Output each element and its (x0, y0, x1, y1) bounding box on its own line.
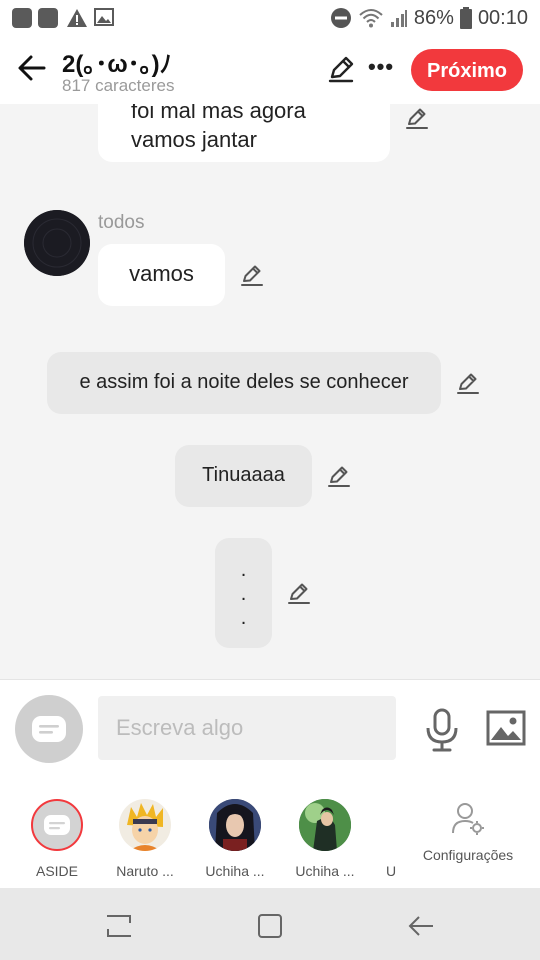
warning-icon (67, 9, 87, 27)
character-uchiha[interactable]: Uchiha ... (200, 799, 270, 879)
message-text: foi mal mas agora vamos jantar (131, 104, 306, 154)
narration-text: e assim foi a noite deles se conhecer (79, 371, 409, 393)
back-arrow-icon[interactable] (14, 50, 50, 86)
chat-bubble-icon (32, 716, 66, 742)
aside-avatar (31, 799, 83, 851)
composer-bar (0, 679, 540, 781)
edit-message-icon[interactable] (455, 370, 481, 396)
image-icon (94, 8, 114, 26)
uchiha-2-portrait-icon (299, 799, 351, 851)
uchiha-portrait-icon (209, 799, 261, 851)
edit-message-icon[interactable] (326, 463, 352, 489)
user-settings-icon (452, 803, 484, 835)
message-line: vamos jantar (131, 127, 257, 152)
avatar-pattern (24, 210, 90, 276)
narration-text: . . . (215, 558, 272, 630)
message-line: foi mal mas agora (131, 104, 306, 123)
character-label: U (385, 863, 397, 879)
character-uchiha-2[interactable]: Uchiha ... (290, 799, 360, 879)
character-label: ASIDE (35, 863, 78, 879)
narration-line: . (240, 583, 247, 605)
character-aside[interactable]: ASIDE (22, 799, 92, 879)
edit-message-icon[interactable] (286, 580, 312, 606)
edit-title-icon[interactable] (326, 54, 356, 84)
character-label: Naruto ... (116, 863, 174, 879)
message-text: vamos (129, 261, 194, 286)
naruto-portrait-icon (127, 803, 163, 851)
edit-message-icon[interactable] (404, 105, 430, 131)
narration-text: Tinuaaaa (202, 464, 285, 486)
image-upload-icon[interactable] (486, 710, 526, 746)
back-nav-icon[interactable] (406, 912, 436, 940)
message-input[interactable] (98, 696, 396, 760)
battery-percentage: 86% (413, 6, 454, 29)
character-partial[interactable]: U (376, 799, 406, 879)
uchiha-2-avatar (299, 799, 351, 851)
settings-button[interactable]: Configurações (418, 799, 518, 863)
chat-bubble-icon (44, 815, 70, 835)
next-button[interactable]: Próximo (411, 49, 523, 91)
more-options-icon[interactable]: ••• (366, 56, 396, 86)
microphone-icon[interactable] (424, 708, 460, 752)
character-label: Uchiha ... (295, 863, 355, 879)
editor-header: 2(｡･ω･｡)ﾉ 817 caracteres ••• Próximo (0, 36, 540, 104)
recent-apps-icon[interactable] (104, 912, 134, 940)
character-avatar[interactable] (24, 210, 90, 276)
story-title: 2(｡･ω･｡)ﾉ (62, 51, 172, 78)
battery-icon (459, 7, 472, 29)
chat-area: foi mal mas agora vamos jantar todos vam… (0, 104, 540, 679)
character-selector: ASIDE Naruto ... Uchiha ... Uchiha ... U… (0, 780, 540, 888)
system-nav-bar (0, 888, 540, 960)
sender-name: todos (98, 212, 145, 233)
settings-label: Configurações (422, 847, 514, 863)
narration-bubble[interactable]: . . . (215, 538, 272, 648)
narration-mode-button[interactable] (15, 695, 83, 763)
message-bubble[interactable]: vamos (98, 244, 225, 306)
narration-line: . (240, 607, 247, 629)
notification-square-icon (38, 8, 58, 28)
character-naruto[interactable]: Naruto ... (110, 799, 180, 879)
signal-icon (390, 10, 407, 27)
status-bar: 86% 00:10 (0, 0, 540, 36)
uchiha-avatar (209, 799, 261, 851)
naruto-avatar (119, 799, 171, 851)
home-icon[interactable] (256, 912, 284, 940)
clock: 00:10 (477, 6, 528, 29)
message-bubble[interactable]: foi mal mas agora vamos jantar (98, 104, 390, 162)
notification-square-icon (12, 8, 32, 28)
do-not-disturb-icon (330, 8, 351, 28)
character-count: 817 caracteres (62, 76, 175, 95)
narration-bubble[interactable]: Tinuaaaa (175, 445, 312, 507)
narration-line: . (240, 559, 247, 581)
character-label: Uchiha ... (205, 863, 265, 879)
narration-bubble[interactable]: e assim foi a noite deles se conhecer (47, 352, 441, 414)
wifi-icon (359, 9, 383, 28)
edit-message-icon[interactable] (239, 262, 265, 288)
